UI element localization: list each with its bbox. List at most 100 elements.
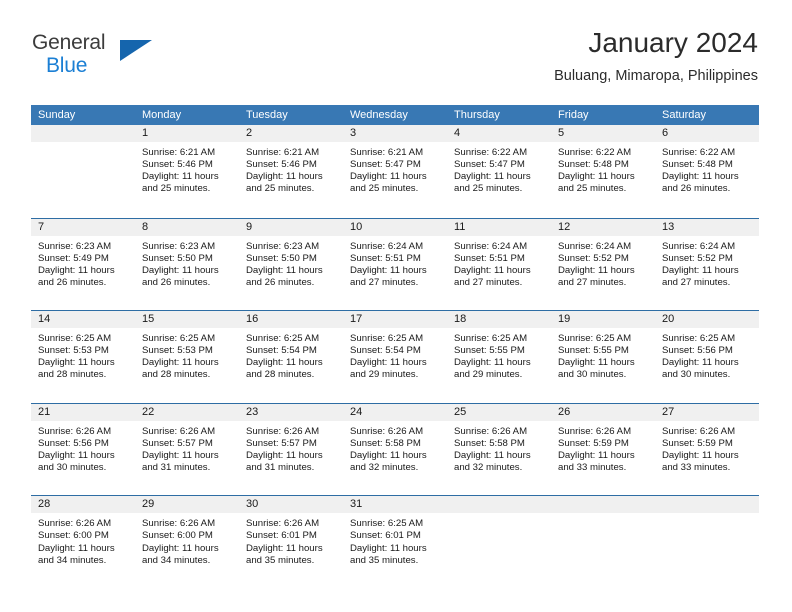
day-details: Sunrise: 6:26 AM Sunset: 6:00 PM Daylight:… — [31, 513, 135, 566]
day-number: 1 — [135, 125, 239, 142]
day-cell[interactable]: 8 Sunrise: 6:23 AM Sunset: 5:50 PM Daylight… — [135, 218, 239, 311]
sunset-text: Sunset: 5:50 PM — [246, 252, 317, 264]
sunrise-text: Sunrise: 6:26 AM — [38, 518, 112, 530]
day-cell[interactable]: 27 Sunrise: 6:26 AM Sunset: 5:59 PM Dayligh… — [655, 403, 759, 496]
daylight-text: Daylight: 11 hours and 26 minutes. — [246, 264, 323, 288]
day-cell[interactable]: 20 Sunrise: 6:25 AM Sunset: 5:56 PM Dayligh… — [655, 311, 759, 403]
day-cell[interactable]: 3 Sunrise: 6:21 AM Sunset: 5:47 PM Daylight… — [343, 125, 447, 218]
day-cell[interactable]: 26 Sunrise: 6:26 AM Sunset: 5:59 PM Dayligh… — [551, 403, 655, 496]
day-details: Sunrise: 6:26 AM Sunset: 5:57 PM Daylight:… — [135, 421, 239, 474]
day-details: Sunrise: 6:26 AM Sunset: 6:01 PM Daylight:… — [239, 513, 343, 566]
daylight-text: Daylight: 11 hours and 30 minutes. — [558, 357, 635, 381]
sunrise-text: Sunrise: 6:25 AM — [246, 333, 320, 345]
day-details: Sunrise: 6:25 AM Sunset: 5:54 PM Daylight:… — [239, 328, 343, 381]
day-cell[interactable]: 19 Sunrise: 6:25 AM Sunset: 5:55 PM Dayligh… — [551, 311, 655, 403]
daylight-text: Daylight: 11 hours and 35 minutes. — [350, 542, 427, 566]
calendar-page: General Blue January 2024 Buluang, Mimar… — [0, 0, 792, 612]
day-number: 11 — [447, 218, 551, 236]
day-cell[interactable]: 31 Sunrise: 6:25 AM Sunset: 6:01 PM Dayligh… — [343, 496, 447, 588]
day-number: 20 — [655, 311, 759, 329]
logo-text-general: General — [32, 31, 106, 54]
daylight-text: Daylight: 11 hours and 31 minutes. — [246, 449, 323, 474]
day-number: 30 — [239, 496, 343, 514]
day-cell[interactable]: 16 Sunrise: 6:25 AM Sunset: 5:54 PM Dayligh… — [239, 311, 343, 403]
day-details: Sunrise: 6:22 AM Sunset: 5:48 PM Daylight:… — [655, 142, 759, 195]
daylight-text: Daylight: 11 hours and 28 minutes. — [246, 357, 323, 381]
day-cell[interactable]: 13 Sunrise: 6:24 AM Sunset: 5:52 PM Dayligh… — [655, 218, 759, 311]
daylight-text: Daylight: 11 hours and 28 minutes. — [142, 357, 219, 381]
day-cell[interactable]: 28 Sunrise: 6:26 AM Sunset: 6:00 PM Dayligh… — [31, 496, 135, 588]
day-number: 8 — [135, 218, 239, 236]
sunset-text: Sunset: 5:51 PM — [350, 252, 421, 264]
day-cell[interactable]: 9 Sunrise: 6:23 AM Sunset: 5:50 PM Daylight… — [239, 218, 343, 311]
day-cell[interactable]: 29 Sunrise: 6:26 AM Sunset: 6:00 PM Dayligh… — [135, 496, 239, 588]
day-cell-empty — [551, 496, 655, 588]
day-details: Sunrise: 6:25 AM Sunset: 6:01 PM Daylight:… — [343, 513, 447, 566]
day-cell-empty — [655, 496, 759, 588]
daylight-text: Daylight: 11 hours and 28 minutes. — [38, 357, 115, 381]
day-number: 21 — [31, 403, 135, 421]
calendar-week-row: 7 Sunrise: 6:23 AM Sunset: 5:49 PM Daylight… — [31, 217, 759, 311]
day-number: 14 — [31, 311, 135, 329]
daylight-text: Daylight: 11 hours and 29 minutes. — [350, 357, 427, 381]
day-cell[interactable]: 23 Sunrise: 6:26 AM Sunset: 5:57 PM Dayligh… — [239, 403, 343, 496]
page-header: General Blue January 2024 Buluang, Mimar… — [32, 26, 758, 98]
day-cell[interactable]: 14 Sunrise: 6:25 AM Sunset: 5:53 PM Dayligh… — [31, 311, 135, 403]
sunrise-text: Sunrise: 6:21 AM — [142, 147, 216, 158]
day-details: Sunrise: 6:21 AM Sunset: 5:46 PM Daylight:… — [239, 142, 343, 195]
day-details: Sunrise: 6:23 AM Sunset: 5:49 PM Daylight:… — [31, 236, 135, 289]
day-number: 18 — [447, 311, 551, 329]
day-details: Sunrise: 6:25 AM Sunset: 5:55 PM Daylight:… — [551, 328, 655, 381]
page-title: January 2024 — [588, 27, 758, 58]
day-number: 5 — [551, 125, 655, 142]
day-cell[interactable]: 5 Sunrise: 6:22 AM Sunset: 5:48 PM Daylight… — [551, 125, 655, 218]
day-cell[interactable]: 7 Sunrise: 6:23 AM Sunset: 5:49 PM Daylight… — [31, 218, 135, 311]
day-number: 27 — [655, 403, 759, 421]
day-cell[interactable]: 25 Sunrise: 6:26 AM Sunset: 5:58 PM Dayligh… — [447, 403, 551, 496]
day-cell[interactable]: 4 Sunrise: 6:22 AM Sunset: 5:47 PM Daylight… — [447, 125, 551, 218]
day-cell[interactable]: 17 Sunrise: 6:25 AM Sunset: 5:54 PM Dayligh… — [343, 311, 447, 403]
day-details: Sunrise: 6:22 AM Sunset: 5:48 PM Daylight:… — [551, 142, 655, 195]
day-cell[interactable]: 2 Sunrise: 6:21 AM Sunset: 5:46 PM Daylight… — [239, 125, 343, 218]
day-details: Sunrise: 6:21 AM Sunset: 5:47 PM Daylight:… — [343, 142, 447, 195]
general-blue-logo[interactable]: General Blue — [32, 32, 152, 84]
day-details: Sunrise: 6:23 AM Sunset: 5:50 PM Daylight:… — [239, 236, 343, 289]
day-details: Sunrise: 6:21 AM Sunset: 5:46 PM Daylight:… — [135, 142, 239, 195]
day-details: Sunrise: 6:24 AM Sunset: 5:51 PM Daylight:… — [343, 236, 447, 289]
day-cell[interactable]: 21 Sunrise: 6:26 AM Sunset: 5:56 PM Dayligh… — [31, 403, 135, 496]
sunrise-text: Sunrise: 6:26 AM — [662, 425, 736, 437]
day-cell[interactable]: 15 Sunrise: 6:25 AM Sunset: 5:53 PM Dayligh… — [135, 311, 239, 403]
day-cell-empty — [447, 496, 551, 588]
day-cell[interactable]: 10 Sunrise: 6:24 AM Sunset: 5:51 PM Dayligh… — [343, 218, 447, 311]
day-cell[interactable]: 30 Sunrise: 6:26 AM Sunset: 6:01 PM Dayligh… — [239, 496, 343, 588]
day-details: Sunrise: 6:24 AM Sunset: 5:52 PM Daylight:… — [551, 236, 655, 289]
day-details: Sunrise: 6:22 AM Sunset: 5:47 PM Daylight:… — [447, 142, 551, 195]
sunset-text: Sunset: 5:55 PM — [558, 345, 629, 357]
weekday-header-friday: Friday — [558, 109, 589, 121]
sunrise-text: Sunrise: 6:25 AM — [558, 333, 632, 345]
logo-triangle-icon — [120, 40, 152, 61]
sunset-text: Sunset: 5:48 PM — [662, 159, 733, 171]
sunrise-text: Sunrise: 6:23 AM — [246, 240, 320, 252]
day-cell[interactable]: 22 Sunrise: 6:26 AM Sunset: 5:57 PM Dayligh… — [135, 403, 239, 496]
sunrise-text: Sunrise: 6:26 AM — [350, 425, 424, 437]
day-cell[interactable]: 1 Sunrise: 6:21 AM Sunset: 5:46 PM Daylight… — [135, 125, 239, 218]
sunrise-text: Sunrise: 6:25 AM — [38, 333, 112, 345]
calendar-week-row: 14 Sunrise: 6:25 AM Sunset: 5:53 PM Dayligh… — [31, 310, 759, 403]
day-number: 13 — [655, 218, 759, 236]
day-number: 6 — [655, 125, 759, 142]
day-number: 31 — [343, 496, 447, 514]
day-details: Sunrise: 6:26 AM Sunset: 6:00 PM Daylight:… — [135, 513, 239, 566]
day-cell[interactable]: 11 Sunrise: 6:24 AM Sunset: 5:51 PM Dayligh… — [447, 218, 551, 311]
weekday-header-tuesday: Tuesday — [246, 109, 288, 121]
sunset-text: Sunset: 6:00 PM — [38, 530, 109, 542]
sunset-text: Sunset: 5:53 PM — [142, 345, 213, 357]
day-cell[interactable]: 24 Sunrise: 6:26 AM Sunset: 5:58 PM Dayligh… — [343, 403, 447, 496]
daylight-text: Daylight: 11 hours and 26 minutes. — [142, 264, 219, 288]
sunset-text: Sunset: 5:47 PM — [454, 159, 525, 171]
day-cell[interactable]: 18 Sunrise: 6:25 AM Sunset: 5:55 PM Dayligh… — [447, 311, 551, 403]
page-subtitle: Buluang, Mimaropa, Philippines — [554, 68, 758, 84]
day-cell[interactable]: 6 Sunrise: 6:22 AM Sunset: 5:48 PM Daylight… — [655, 125, 759, 218]
day-cell[interactable]: 12 Sunrise: 6:24 AM Sunset: 5:52 PM Dayligh… — [551, 218, 655, 311]
sunset-text: Sunset: 5:56 PM — [662, 345, 733, 357]
